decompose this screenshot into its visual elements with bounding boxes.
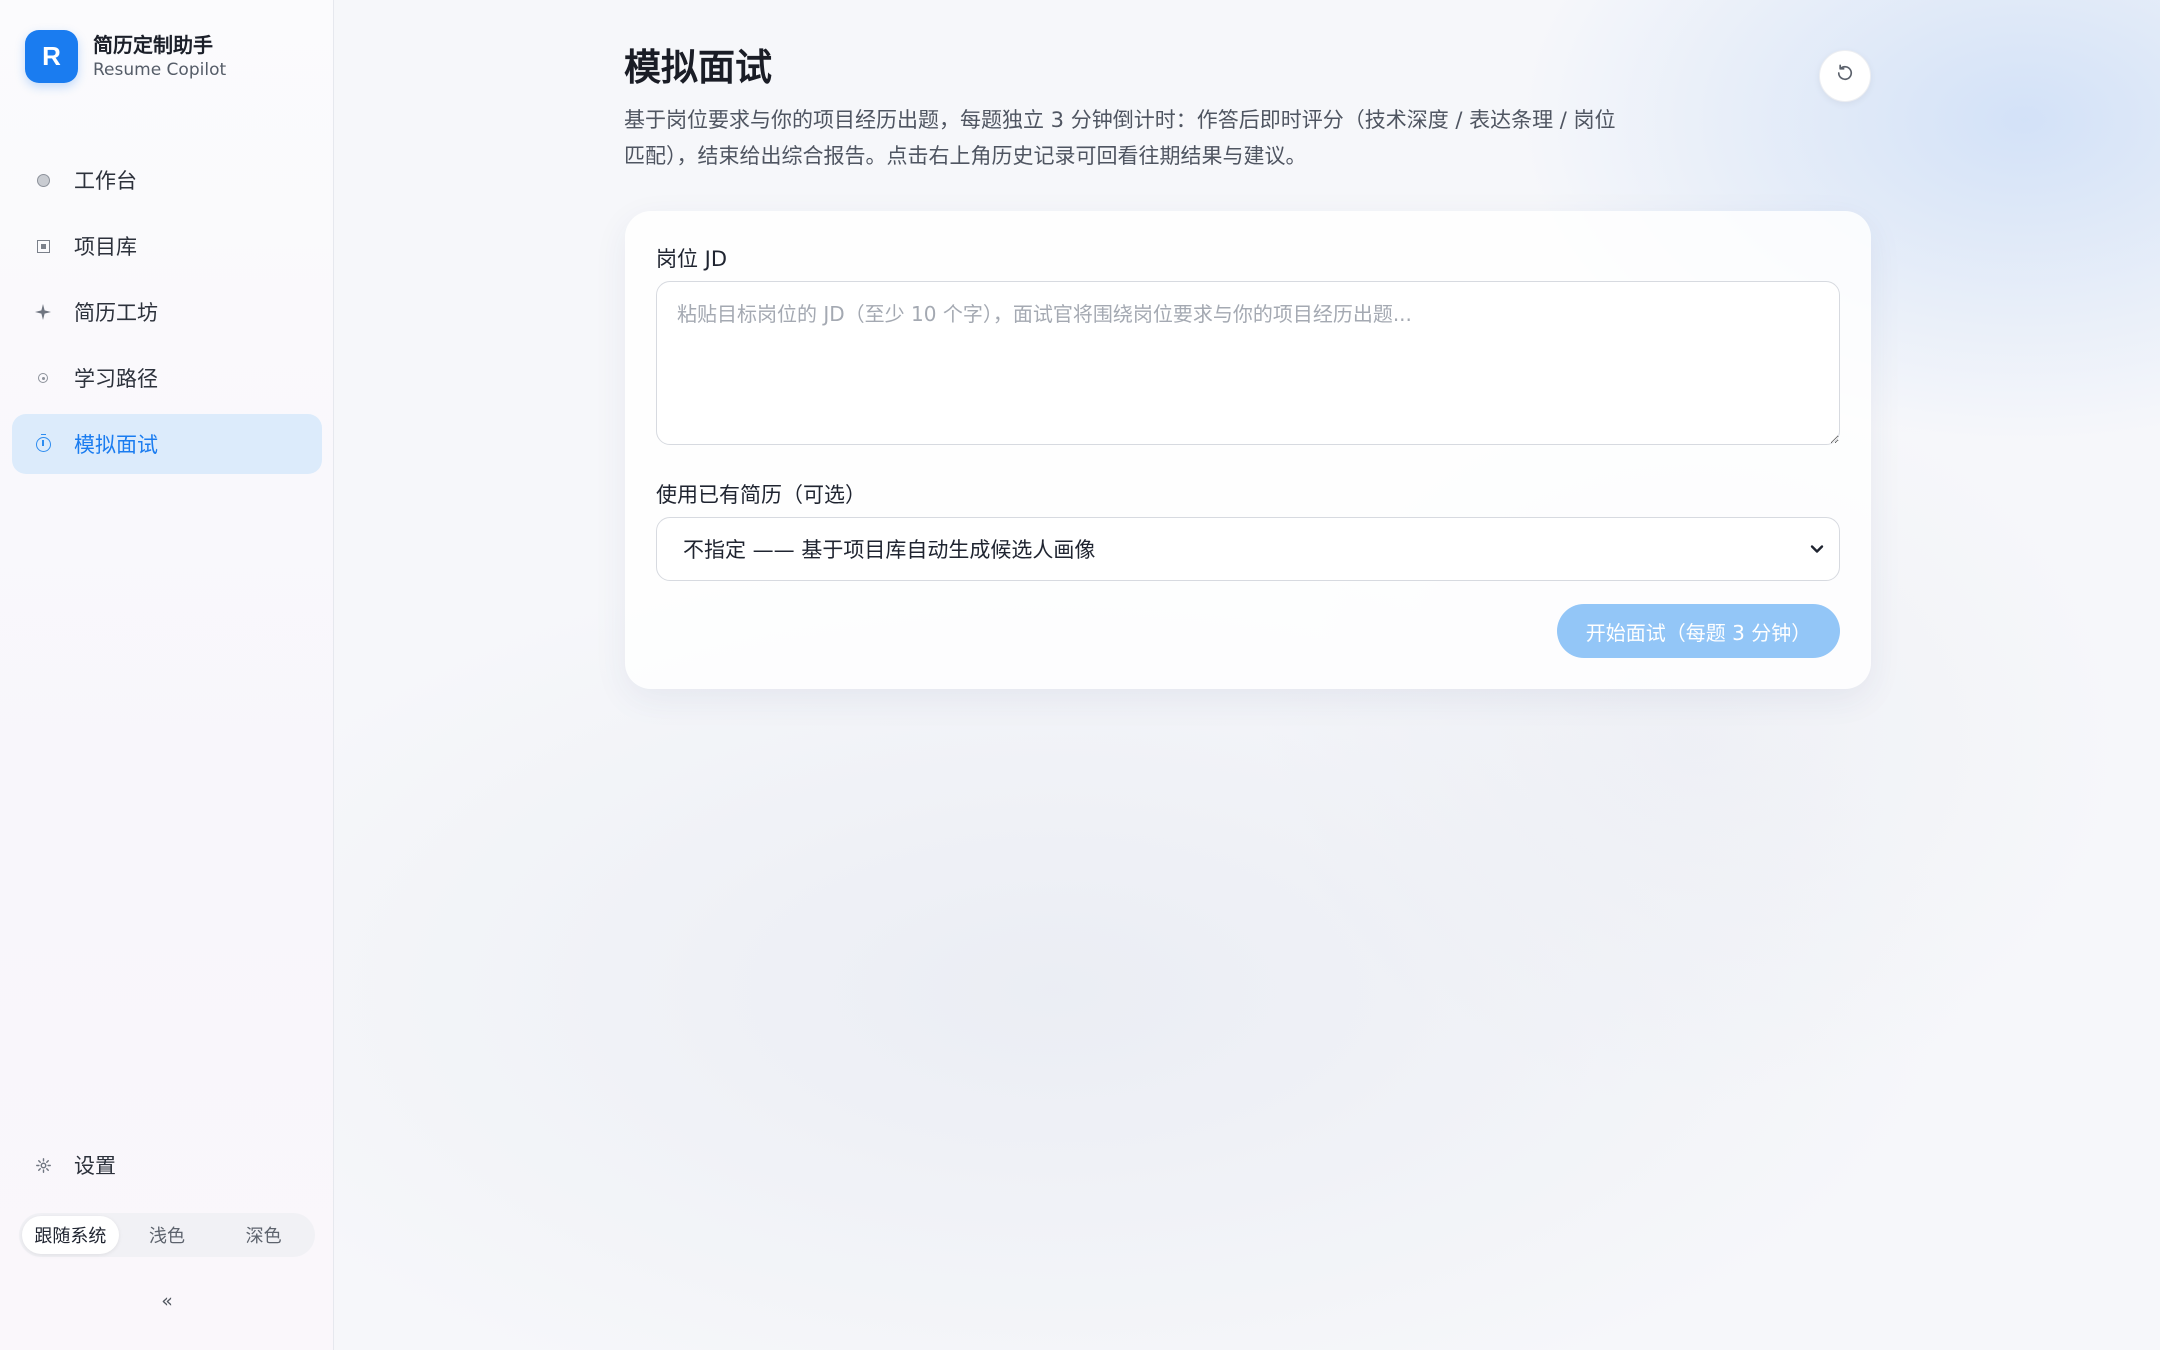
theme-switch: 跟随系统 浅色 深色 xyxy=(19,1213,315,1257)
start-interview-button[interactable]: 开始面试（每题 3 分钟） xyxy=(1557,604,1840,658)
page-description: 基于岗位要求与你的项目经历出题，每题独立 3 分钟倒计时：作答后即时评分（技术深… xyxy=(624,108,1616,169)
sidebar-item-label: 工作台 xyxy=(74,169,137,193)
sidebar: R 简历定制助手 Resume Copilot 工作台 项目库 简历工坊 学习路… xyxy=(0,0,334,1350)
sidebar-item-label: 简历工坊 xyxy=(74,301,158,325)
square-icon xyxy=(34,237,52,255)
brand-subtitle: Resume Copilot xyxy=(93,59,227,80)
theme-option-dark[interactable]: 深色 xyxy=(215,1216,312,1254)
collapse-sidebar-button[interactable]: « xyxy=(150,1286,184,1316)
ring-icon xyxy=(34,369,52,387)
brand-text: 简历定制助手 Resume Copilot xyxy=(93,33,226,80)
resume-select-value: 不指定 —— 基于项目库自动生成候选人画像 xyxy=(683,538,1096,562)
resume-select-label: 使用已有简历（可选） xyxy=(656,483,866,507)
history-icon xyxy=(1835,63,1855,89)
sidebar-item-label: 项目库 xyxy=(74,235,137,259)
settings-label: 设置 xyxy=(74,1154,116,1178)
sidebar-item-workbench[interactable]: 工作台 xyxy=(12,150,322,210)
jd-label: 岗位 JD xyxy=(656,247,728,271)
sparkle-icon xyxy=(34,303,52,321)
brand: R 简历定制助手 Resume Copilot xyxy=(25,30,226,83)
circle-dot-icon xyxy=(34,171,52,189)
sidebar-item-mock-interview[interactable]: 模拟面试 xyxy=(12,414,322,474)
jd-textarea[interactable] xyxy=(656,281,1840,445)
chevron-down-icon xyxy=(1807,539,1827,559)
main-content: 模拟面试 基于岗位要求与你的项目经历出题，每题独立 3 分钟倒计时：作答后即时评… xyxy=(334,0,2160,1350)
brand-logo: R xyxy=(25,30,78,83)
sidebar-item-label: 学习路径 xyxy=(74,367,158,391)
history-button[interactable] xyxy=(1819,50,1871,102)
app-window: R 简历定制助手 Resume Copilot 工作台 项目库 简历工坊 学习路… xyxy=(0,0,2160,1350)
interview-setup-card: 岗位 JD 使用已有简历（可选） 不指定 —— 基于项目库自动生成候选人画像 开… xyxy=(625,211,1871,689)
theme-option-light[interactable]: 浅色 xyxy=(119,1216,216,1254)
timer-icon xyxy=(34,433,52,453)
page-title: 模拟面试 xyxy=(624,46,772,89)
resume-select[interactable]: 不指定 —— 基于项目库自动生成候选人画像 xyxy=(656,517,1840,581)
sidebar-item-resume-workshop[interactable]: 简历工坊 xyxy=(12,282,322,342)
sidebar-item-projects[interactable]: 项目库 xyxy=(12,216,322,276)
sidebar-item-settings[interactable]: 设置 xyxy=(12,1135,322,1195)
gear-icon xyxy=(34,1156,52,1174)
theme-option-system[interactable]: 跟随系统 xyxy=(22,1216,119,1254)
page-header: 模拟面试 基于岗位要求与你的项目经历出题，每题独立 3 分钟倒计时：作答后即时评… xyxy=(624,44,1874,174)
sidebar-item-label: 模拟面试 xyxy=(74,433,158,457)
sidebar-item-learning-path[interactable]: 学习路径 xyxy=(12,348,322,408)
sidebar-nav: 工作台 项目库 简历工坊 学习路径 模拟面试 xyxy=(12,150,322,480)
brand-title: 简历定制助手 xyxy=(93,32,213,57)
